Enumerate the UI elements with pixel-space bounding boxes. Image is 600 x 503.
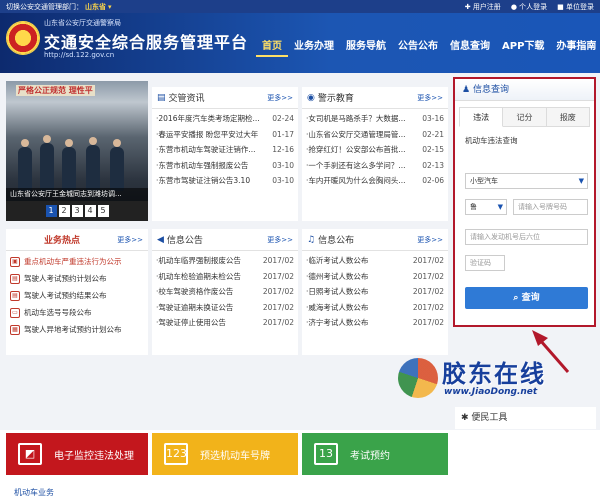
strip-label: 预选机动车号牌 (200, 450, 270, 462)
strip-plate-preselect[interactable]: 123 预选机动车号牌 (152, 433, 298, 475)
arrow-head (532, 330, 548, 346)
jiaodong-logo-icon (398, 358, 438, 398)
vehicle-business-section: 机动车业务 (6, 483, 446, 503)
strip-label: 考试预约 (350, 450, 390, 462)
jiaodong-watermark: 胶东在线 www.JiaoDong.net (398, 354, 598, 406)
strip-electronic-monitoring[interactable]: ◩ 电子监控违法处理 (6, 433, 148, 475)
calendar-13-icon: 13 (314, 443, 338, 465)
vehicle-business-title: 机动车业务 (14, 488, 54, 497)
strip-label: 电子监控违法处理 (54, 450, 134, 462)
plate-number-icon: 123 (164, 443, 188, 465)
watermark-url: www.JiaoDong.net (444, 387, 538, 397)
strip-exam-booking[interactable]: 13 考试预约 (302, 433, 448, 475)
watermark-text: 胶东在线 (442, 362, 546, 388)
camera-icon: ◩ (18, 443, 42, 465)
